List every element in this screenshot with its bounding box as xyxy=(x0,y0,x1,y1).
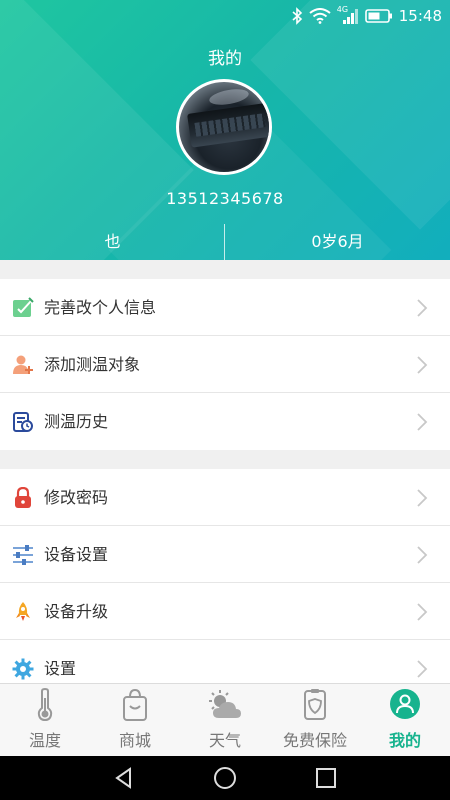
recents-icon[interactable] xyxy=(314,766,338,790)
profile-header: 4G 15:48 我的 13512345678 也 0岁6月 xyxy=(0,0,450,260)
menu-item-label: 完善改个人信息 xyxy=(44,298,157,317)
chevron-right-icon xyxy=(417,660,428,678)
chevron-right-icon xyxy=(417,356,428,374)
thermometer-icon xyxy=(37,688,53,722)
menu-item-edit-profile[interactable]: 完善改个人信息 xyxy=(0,279,450,336)
menu-item-change-password[interactable]: 修改密码 xyxy=(0,469,450,526)
menu-item-history[interactable]: 测温历史 xyxy=(0,393,450,450)
menu-section-profile: 完善改个人信息 添加测温对象 测温历史 xyxy=(0,279,450,450)
chevron-right-icon xyxy=(417,546,428,564)
info-divider xyxy=(224,224,225,260)
add-person-icon xyxy=(13,355,33,374)
page-title: 我的 xyxy=(208,49,242,69)
tab-profile[interactable]: 我的 xyxy=(360,684,450,756)
tab-label: 我的 xyxy=(388,731,421,750)
back-icon[interactable] xyxy=(112,766,136,790)
wifi-icon xyxy=(309,8,331,24)
home-icon[interactable] xyxy=(213,766,237,790)
status-bar: 4G 15:48 xyxy=(0,0,450,32)
status-time: 15:48 xyxy=(398,7,442,25)
menu-item-label: 测温历史 xyxy=(44,412,109,431)
tab-label: 免费保险 xyxy=(282,731,347,750)
bottom-tab-bar: 温度 商城 天气 免费保险 我的 xyxy=(0,683,450,756)
tab-temperature[interactable]: 温度 xyxy=(0,684,90,756)
history-icon xyxy=(13,412,33,432)
menu-item-device-settings[interactable]: 设备设置 xyxy=(0,526,450,583)
menu-section-device: 修改密码 设备设置 设备升级 设置 xyxy=(0,469,450,697)
rocket-icon xyxy=(16,602,30,621)
tab-weather[interactable]: 天气 xyxy=(180,684,270,756)
menu-item-label: 修改密码 xyxy=(44,488,109,507)
bluetooth-icon xyxy=(292,7,302,25)
cellular-status: 4G xyxy=(337,5,359,25)
profile-icon xyxy=(390,689,420,719)
tab-label: 天气 xyxy=(208,731,241,750)
menu-item-device-upgrade[interactable]: 设备升级 xyxy=(0,583,450,640)
chevron-right-icon xyxy=(417,413,428,431)
profile-info-row: 也 0岁6月 xyxy=(0,224,450,260)
menu-item-label: 设备设置 xyxy=(44,545,109,564)
tab-label: 商城 xyxy=(118,731,151,750)
user-age[interactable]: 0岁6月 xyxy=(225,224,450,260)
tab-shop[interactable]: 商城 xyxy=(90,684,180,756)
gear-icon xyxy=(12,658,34,680)
shopping-bag-icon xyxy=(123,688,147,721)
tab-label: 温度 xyxy=(28,731,61,750)
system-navigation-bar xyxy=(0,756,450,800)
avatar[interactable] xyxy=(176,79,272,175)
chevron-right-icon xyxy=(417,489,428,507)
menu-item-label: 添加测温对象 xyxy=(44,355,141,374)
chevron-right-icon xyxy=(417,299,428,317)
insurance-icon xyxy=(304,689,326,720)
lock-icon xyxy=(15,487,31,508)
tab-insurance[interactable]: 免费保险 xyxy=(270,684,360,756)
user-name[interactable]: 也 xyxy=(0,224,225,260)
weather-icon xyxy=(209,690,241,718)
menu-item-label: 设备升级 xyxy=(44,602,109,621)
phone-number: 13512345678 xyxy=(166,189,284,208)
signal-icon xyxy=(342,9,358,24)
edit-profile-icon xyxy=(13,297,34,317)
battery-icon xyxy=(364,9,392,23)
chevron-right-icon xyxy=(417,603,428,621)
device-settings-icon xyxy=(13,545,33,565)
menu-item-add-person[interactable]: 添加测温对象 xyxy=(0,336,450,393)
